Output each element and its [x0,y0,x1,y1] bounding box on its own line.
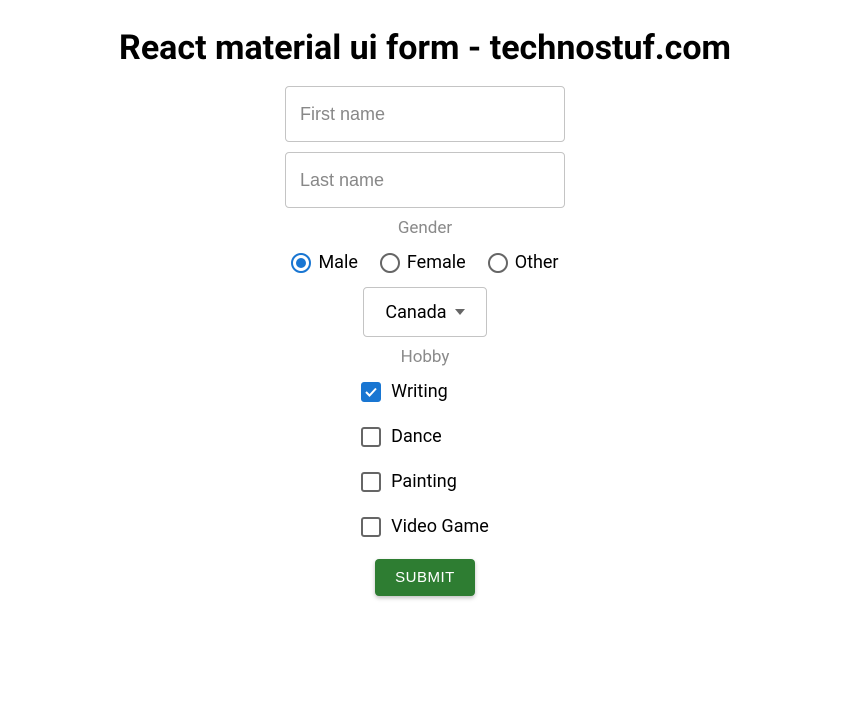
checkbox-icon [361,517,381,537]
form-container: Gender Male Female Other Canada Hobby Wr… [0,86,850,596]
country-selected-value: Canada [385,302,446,323]
hobby-label-text: Video Game [391,516,489,537]
checkbox-icon [361,427,381,447]
radio-label: Other [515,252,559,273]
hobby-painting[interactable]: Painting [361,471,489,492]
last-name-field[interactable] [285,152,565,208]
gender-label: Gender [398,218,452,238]
hobby-checkbox-group: Writing Dance Painting Video Game [361,381,489,537]
first-name-field[interactable] [285,86,565,142]
radio-icon [291,253,311,273]
radio-icon [380,253,400,273]
radio-other[interactable]: Other [488,252,559,273]
hobby-label: Hobby [401,347,450,367]
radio-female[interactable]: Female [380,252,466,273]
hobby-label-text: Writing [391,381,448,402]
chevron-down-icon [455,309,465,315]
country-select[interactable]: Canada [363,287,487,337]
hobby-writing[interactable]: Writing [361,381,489,402]
checkbox-icon [361,382,381,402]
hobby-label-text: Painting [391,471,457,492]
radio-male[interactable]: Male [291,252,357,273]
hobby-dance[interactable]: Dance [361,426,489,447]
hobby-label-text: Dance [391,426,442,447]
checkbox-icon [361,472,381,492]
radio-icon [488,253,508,273]
page-title: React material ui form - technostuf.com [0,0,850,86]
radio-label: Male [318,252,357,273]
submit-button[interactable]: SUBMIT [375,559,475,596]
hobby-video-game[interactable]: Video Game [361,516,489,537]
gender-radio-group: Male Female Other [291,252,558,273]
radio-label: Female [407,252,466,273]
